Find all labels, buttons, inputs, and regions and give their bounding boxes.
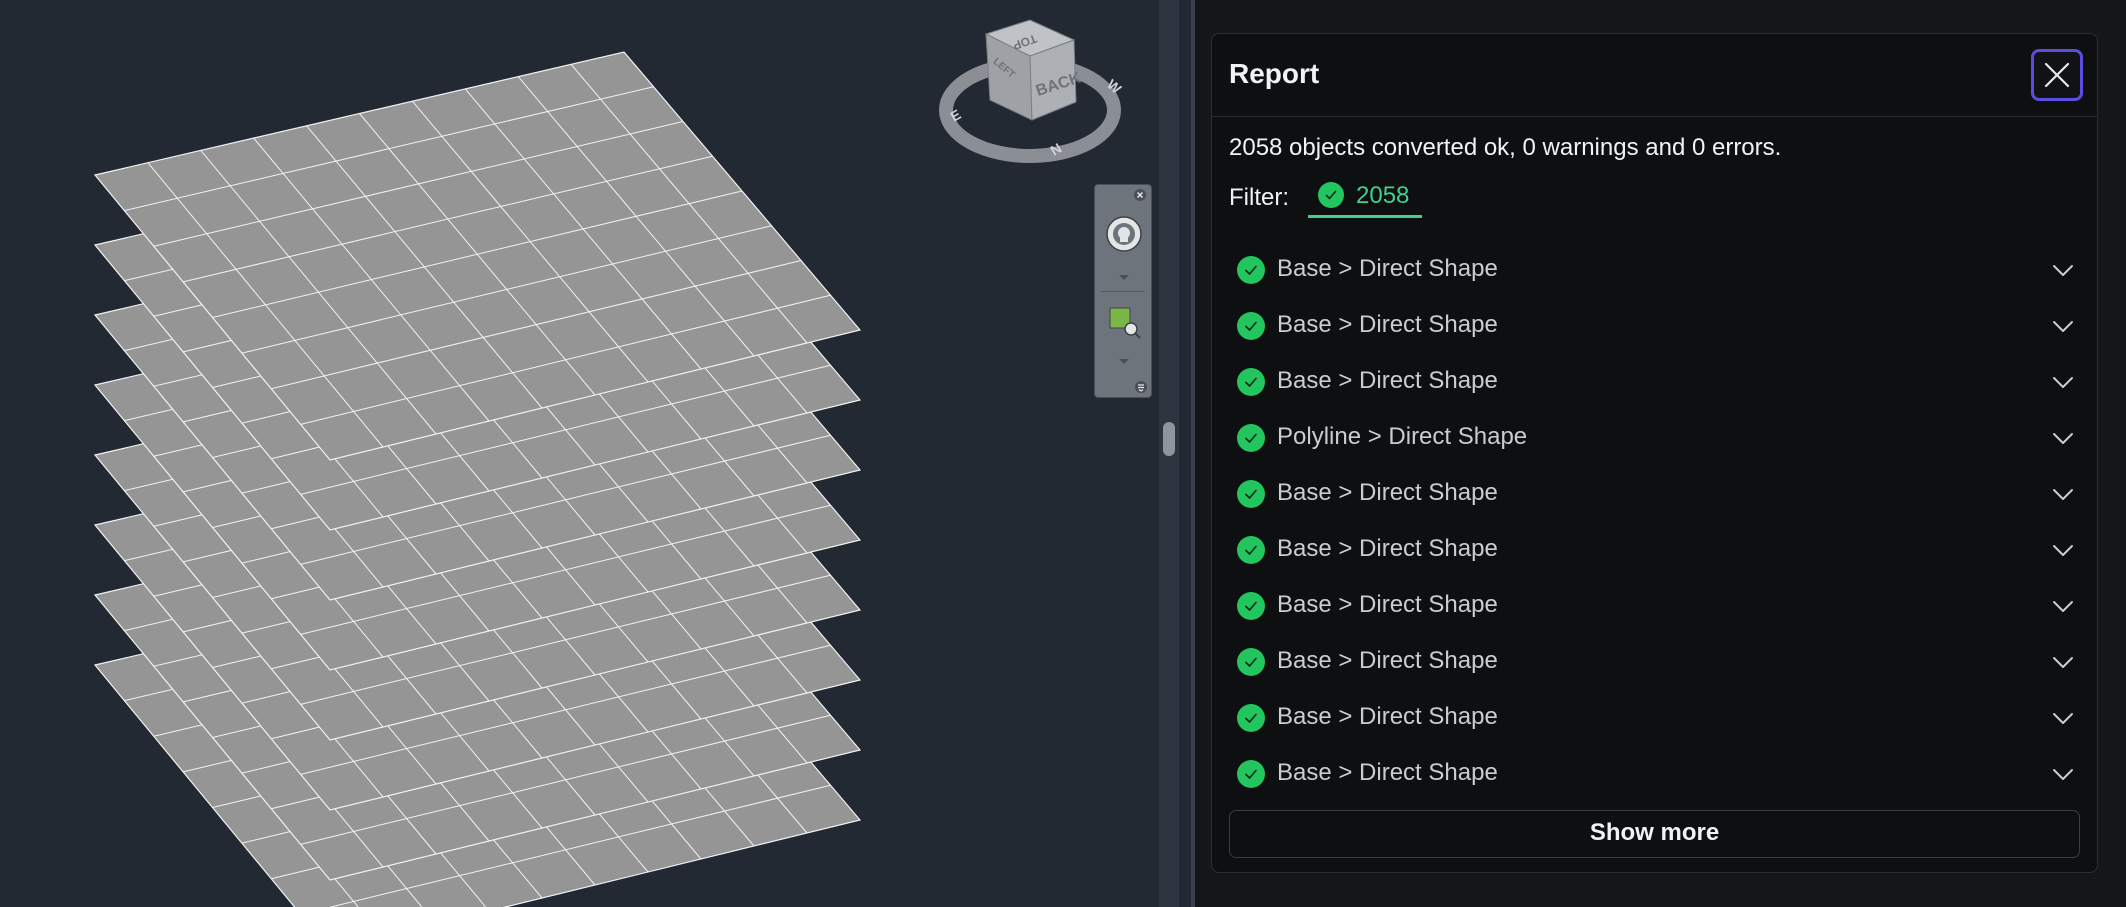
chevron-down-icon[interactable]	[2051, 540, 2075, 560]
list-item-label: Base > Direct Shape	[1277, 759, 1498, 786]
chevron-down-icon[interactable]	[1116, 273, 1132, 283]
chevron-down-icon[interactable]	[2051, 596, 2075, 616]
list-item-label: Base > Direct Shape	[1277, 367, 1498, 394]
close-report-button[interactable]	[2031, 49, 2083, 101]
list-item[interactable]: Polyline > Direct Shape	[1212, 410, 2097, 466]
navbar-separator	[1101, 291, 1145, 292]
panel-splitter	[1155, 0, 1197, 907]
list-item[interactable]: Base > Direct Shape	[1212, 466, 2097, 522]
show-more-button[interactable]: Show more	[1229, 810, 2080, 858]
list-item[interactable]: Base > Direct Shape	[1212, 578, 2097, 634]
list-item[interactable]: Base > Direct Shape	[1212, 634, 2097, 690]
report-header: Report	[1212, 34, 2097, 117]
report-title: Report	[1229, 58, 1320, 89]
check-circle-icon	[1237, 592, 1265, 620]
list-item-label: Base > Direct Shape	[1277, 591, 1498, 618]
list-item-label: Base > Direct Shape	[1277, 535, 1498, 562]
list-item-label: Base > Direct Shape	[1277, 647, 1498, 674]
list-item-label: Base > Direct Shape	[1277, 479, 1498, 506]
list-item[interactable]: Base > Direct Shape	[1212, 522, 2097, 578]
chevron-down-icon[interactable]	[2051, 372, 2075, 392]
check-circle-icon	[1237, 536, 1265, 564]
chevron-down-icon[interactable]	[2051, 260, 2075, 280]
close-icon	[2044, 62, 2070, 88]
model-viewport[interactable]: E N W TOP BACK LEFT	[0, 0, 1155, 907]
check-circle-icon	[1237, 256, 1265, 284]
filter-count: 2058	[1356, 182, 1410, 209]
chevron-down-icon[interactable]	[2051, 764, 2075, 784]
filter-success-tab[interactable]: 2058	[1308, 174, 1422, 218]
viewcube[interactable]: E N W TOP BACK LEFT	[930, 10, 1130, 170]
chevron-down-icon[interactable]	[2051, 428, 2075, 448]
list-item[interactable]: Base > Direct Shape	[1212, 242, 2097, 298]
filter-label: Filter:	[1229, 184, 1289, 211]
list-item[interactable]: Base > Direct Shape	[1212, 746, 2097, 802]
report-summary: 2058 objects converted ok, 0 warnings an…	[1229, 134, 1782, 161]
check-circle-icon	[1237, 312, 1265, 340]
chevron-down-icon[interactable]	[1116, 357, 1132, 367]
check-circle-icon	[1237, 368, 1265, 396]
close-icon[interactable]	[1133, 188, 1147, 202]
list-item-label: Base > Direct Shape	[1277, 255, 1498, 282]
customize-menu-icon[interactable]	[1134, 380, 1148, 394]
check-circle-icon	[1237, 424, 1265, 452]
report-list: Base > Direct Shape Base > Direct Shape Ba…	[1212, 242, 2097, 802]
check-circle-icon	[1237, 704, 1265, 732]
chevron-down-icon[interactable]	[2051, 652, 2075, 672]
report-dialog: Report 2058 objects converted ok, 0 warn…	[1211, 33, 2098, 873]
check-circle-icon	[1237, 480, 1265, 508]
chevron-down-icon[interactable]	[2051, 316, 2075, 336]
chevron-down-icon[interactable]	[2051, 708, 2075, 728]
list-item-label: Base > Direct Shape	[1277, 311, 1498, 338]
navigation-bar	[1094, 184, 1152, 398]
check-circle-icon	[1237, 760, 1265, 788]
list-item-label: Polyline > Direct Shape	[1277, 423, 1528, 450]
list-item[interactable]: Base > Direct Shape	[1212, 298, 2097, 354]
check-circle-icon	[1318, 182, 1344, 208]
chevron-down-icon[interactable]	[2051, 484, 2075, 504]
check-circle-icon	[1237, 648, 1265, 676]
list-item[interactable]: Base > Direct Shape	[1212, 354, 2097, 410]
scrollbar-thumb[interactable]	[1163, 422, 1175, 456]
list-item-label: Base > Direct Shape	[1277, 703, 1498, 730]
steering-wheel-icon[interactable]	[1105, 215, 1143, 253]
list-item[interactable]: Base > Direct Shape	[1212, 690, 2097, 746]
zoom-extents-icon[interactable]	[1107, 305, 1143, 341]
